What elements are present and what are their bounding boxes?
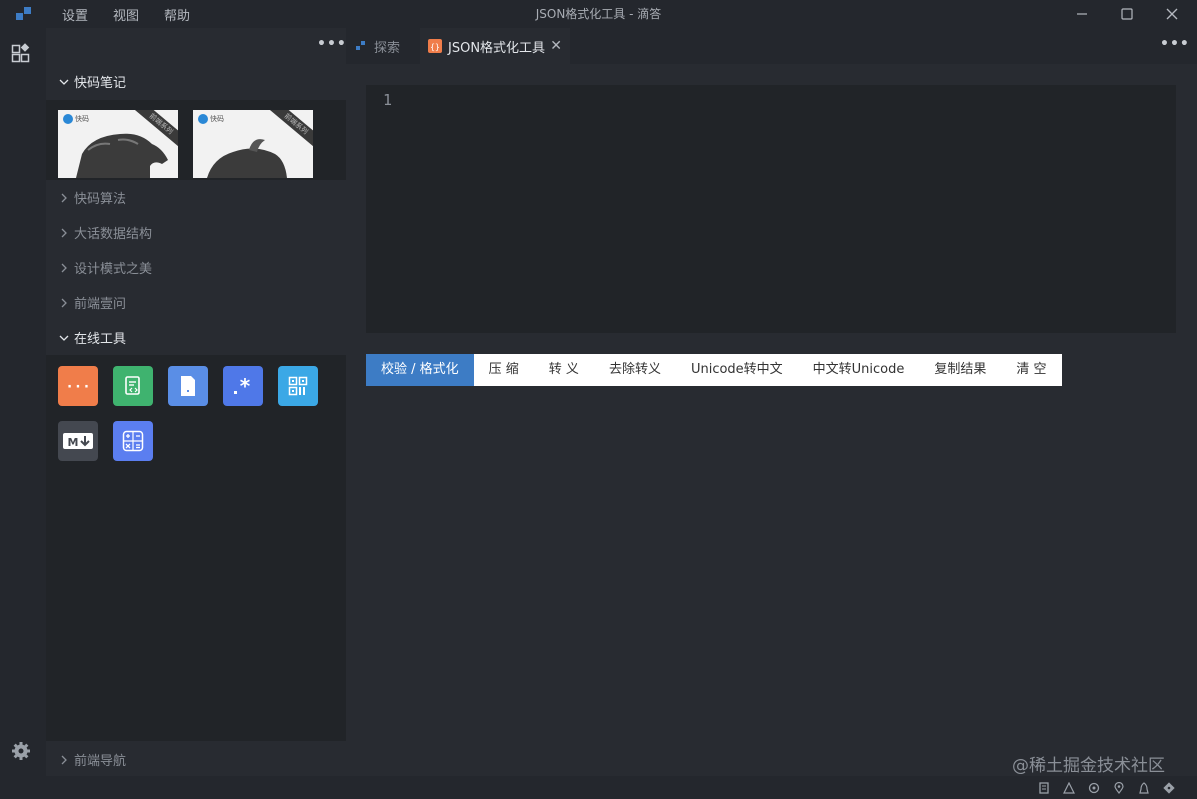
tab-close-icon[interactable]: ✕ — [550, 38, 562, 54]
status-bar — [0, 776, 1197, 799]
apps-icon — [11, 43, 30, 63]
chevron-right-icon — [58, 192, 70, 204]
note-thumbnail-1[interactable]: 快码 前端系列 — [58, 110, 178, 178]
section-design-patterns[interactable]: 设计模式之美 — [46, 250, 346, 285]
sync-icon — [1088, 782, 1100, 794]
json-tool-button[interactable]: {···} — [58, 366, 98, 406]
rhino-illustration — [76, 133, 168, 178]
notes-panel: 快码 前端系列 快码 前端系列 — [46, 100, 346, 180]
tab-bar: 探索 {} JSON格式化工具 ✕ ••• — [346, 28, 1197, 64]
section-frontend-nav[interactable]: 前端导航 — [46, 742, 346, 777]
tab-json-label: JSON格式化工具 — [448, 40, 546, 56]
qrcode-icon — [288, 376, 308, 396]
sidebar-more-icon[interactable]: ••• — [317, 36, 347, 52]
linux-icon — [1139, 782, 1149, 794]
git-icon — [1163, 782, 1175, 794]
section-label: 设计模式之美 — [74, 262, 153, 277]
json-tab-icon: {} — [428, 39, 442, 53]
warning-status-button[interactable] — [1062, 781, 1076, 795]
validate-format-button[interactable]: 校验 / 格式化 — [366, 354, 474, 386]
menu-bar: 设置 视图 帮助 — [62, 0, 215, 28]
app-logo-icon — [16, 7, 31, 20]
regex-tool-button[interactable]: * — [223, 366, 263, 406]
anteater-illustration — [207, 139, 287, 178]
chevron-down-icon — [58, 76, 70, 88]
file-tool-button[interactable] — [168, 366, 208, 406]
menu-settings[interactable]: 设置 — [62, 5, 88, 24]
note-thumbnail-2[interactable]: 快码 前端系列 — [193, 110, 313, 178]
menu-view[interactable]: 视图 — [113, 5, 139, 24]
section-kuaima-notes[interactable]: 快码笔记 — [46, 64, 346, 99]
markdown-tool-button[interactable]: M — [58, 421, 98, 461]
section-kuaima-algorithms[interactable]: 快码算法 — [46, 180, 346, 215]
notebook-icon — [1039, 782, 1049, 794]
sidebar-header: ••• — [46, 28, 346, 64]
escape-button[interactable]: 转 义 — [534, 354, 594, 386]
chevron-right-icon — [58, 297, 70, 309]
tools-panel: {···} * — [46, 355, 346, 741]
copy-result-button[interactable]: 复制结果 — [919, 354, 1001, 386]
sync-status-button[interactable] — [1087, 781, 1101, 795]
close-icon — [1166, 8, 1178, 20]
markdown-icon: M — [63, 433, 93, 449]
svg-text:{}: {} — [430, 43, 440, 52]
code-doc-tool-button[interactable] — [113, 366, 153, 406]
maximize-icon — [1121, 8, 1133, 20]
activity-bar — [0, 28, 46, 776]
svg-text:M: M — [68, 436, 79, 449]
section-data-structures[interactable]: 大话数据结构 — [46, 215, 346, 250]
json-editor[interactable]: 1 — [366, 85, 1176, 333]
unicode-to-chinese-button[interactable]: Unicode转中文 — [676, 354, 798, 386]
warning-icon — [1063, 782, 1075, 794]
chevron-right-icon — [58, 262, 70, 274]
section-frontend-questions[interactable]: 前端壹问 — [46, 285, 346, 320]
unescape-button[interactable]: 去除转义 — [594, 354, 676, 386]
chevron-right-icon — [58, 754, 70, 766]
notebook-status-button[interactable] — [1037, 781, 1051, 795]
svg-text:{···}: {···} — [65, 379, 91, 395]
settings-button[interactable] — [10, 740, 32, 762]
editor-more-icon[interactable]: ••• — [1160, 36, 1190, 52]
git-status-button[interactable] — [1162, 781, 1176, 795]
section-label: 快码算法 — [74, 192, 127, 207]
sidebar: ••• 快码笔记 快码 前端系列 快码 前端系列 快码算法 大话数据结构 设计模… — [46, 28, 346, 776]
clear-button[interactable]: 清 空 — [1001, 354, 1061, 386]
line-number: 1 — [383, 91, 393, 109]
action-toolbar: 校验 / 格式化 压 缩 转 义 去除转义 Unicode转中文 中文转Unic… — [366, 354, 1062, 386]
close-window-button[interactable] — [1152, 0, 1192, 28]
minimize-button[interactable] — [1062, 0, 1102, 28]
section-label: 前端壹问 — [74, 297, 127, 312]
calculator-icon — [122, 430, 144, 452]
section-label: 大话数据结构 — [74, 227, 153, 242]
document-code-icon — [125, 376, 140, 395]
compress-button[interactable]: 压 缩 — [474, 354, 534, 386]
tab-explore[interactable]: 探索 — [356, 28, 400, 64]
regex-icon: * — [234, 375, 251, 397]
menu-help[interactable]: 帮助 — [164, 5, 190, 24]
section-label: 快码笔记 — [74, 76, 127, 91]
tab-json-formatter[interactable]: {} JSON格式化工具 ✕ — [420, 28, 570, 64]
minimize-icon — [1077, 13, 1087, 15]
section-online-tools[interactable]: 在线工具 — [46, 320, 346, 355]
chevron-down-icon — [58, 332, 70, 344]
explore-view-button[interactable] — [10, 42, 32, 64]
calculator-tool-button[interactable] — [113, 421, 153, 461]
file-icon — [181, 376, 195, 396]
watermark: @稀土掘金技术社区 — [1012, 756, 1165, 776]
location-icon — [1114, 782, 1124, 794]
section-label: 在线工具 — [74, 332, 127, 347]
title-bar: 设置 视图 帮助 JSON格式化工具 - 滴答 — [0, 0, 1197, 28]
chevron-right-icon — [58, 227, 70, 239]
linux-status-button[interactable] — [1137, 781, 1151, 795]
svg-text:*: * — [240, 375, 251, 397]
maximize-button[interactable] — [1107, 0, 1147, 28]
gear-icon — [12, 742, 30, 760]
section-label: 前端导航 — [74, 754, 127, 769]
location-status-button[interactable] — [1112, 781, 1126, 795]
explore-tab-icon — [356, 41, 365, 50]
json-braces-icon: {···} — [65, 379, 91, 395]
chinese-to-unicode-button[interactable]: 中文转Unicode — [798, 354, 920, 386]
tab-explore-label: 探索 — [374, 40, 401, 56]
qrcode-tool-button[interactable] — [278, 366, 318, 406]
